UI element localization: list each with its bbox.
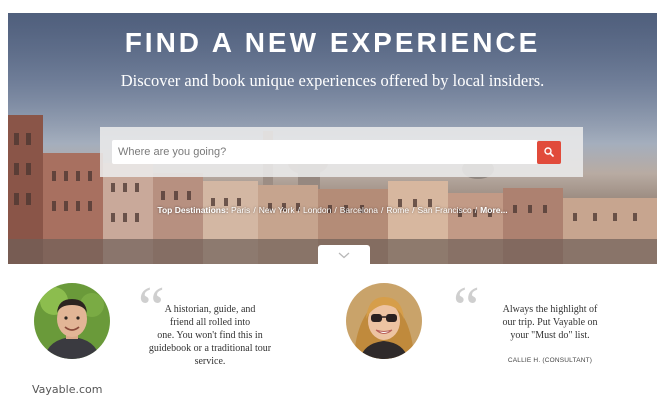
destination-link-rome[interactable]: Rome	[386, 205, 409, 215]
separator: /	[253, 205, 256, 215]
quote-line: our trip. Put Vayable on	[502, 317, 598, 328]
search-button[interactable]	[537, 141, 561, 164]
destination-link-paris[interactable]: Paris	[231, 205, 250, 215]
destination-link-barcelona[interactable]: Barcelona	[340, 205, 378, 215]
destination-link-san-francisco[interactable]: San Francisco	[417, 205, 471, 215]
separator: /	[297, 205, 300, 215]
top-destinations-label: Top Destinations:	[157, 205, 229, 215]
avatar	[346, 283, 422, 359]
avatar	[34, 283, 110, 359]
destination-link-new-york[interactable]: New York	[259, 205, 295, 215]
quote-line: your "Must do" list.	[510, 330, 590, 341]
separator: /	[412, 205, 415, 215]
hero-subtitle: Discover and book unique experiences off…	[120, 71, 545, 90]
testimonial-quote: Always the highlight of our trip. Put Va…	[474, 303, 626, 342]
avatar-man-icon	[34, 283, 110, 359]
site-caption: Vayable.com	[32, 383, 103, 396]
search-bar	[100, 127, 583, 177]
separator: /	[381, 205, 384, 215]
search-input[interactable]	[112, 140, 538, 164]
quote-line: Always the highlight of	[502, 304, 598, 315]
chevron-down-icon	[338, 252, 350, 259]
avatar-woman-icon	[346, 283, 422, 359]
top-destinations: Top Destinations: Paris / New York / London /…	[8, 205, 657, 215]
quote-line: guidebook or a traditional tour	[148, 343, 272, 354]
separator: /	[334, 205, 337, 215]
quote-line: A historian, guide, and	[164, 304, 256, 315]
separator: /	[474, 205, 478, 215]
quote-line: service.	[194, 356, 226, 367]
testimonial-quote: A historian, guide, and friend all rolle…	[134, 303, 286, 368]
hero-banner: FIND A NEW EXPERIENCE Discover and book …	[8, 13, 657, 264]
testimonial-author: CALLIE H. (CONSULTANT)	[507, 357, 593, 364]
hero-title: FIND A NEW EXPERIENCE	[124, 27, 541, 58]
destination-link-london[interactable]: London	[303, 205, 331, 215]
scroll-down-button[interactable]	[318, 245, 370, 264]
more-destinations-link[interactable]: More...	[480, 205, 507, 215]
quote-line: friend all rolled into	[169, 317, 251, 328]
quote-line: one. You won't find this in	[157, 330, 263, 341]
search-icon	[544, 147, 554, 157]
